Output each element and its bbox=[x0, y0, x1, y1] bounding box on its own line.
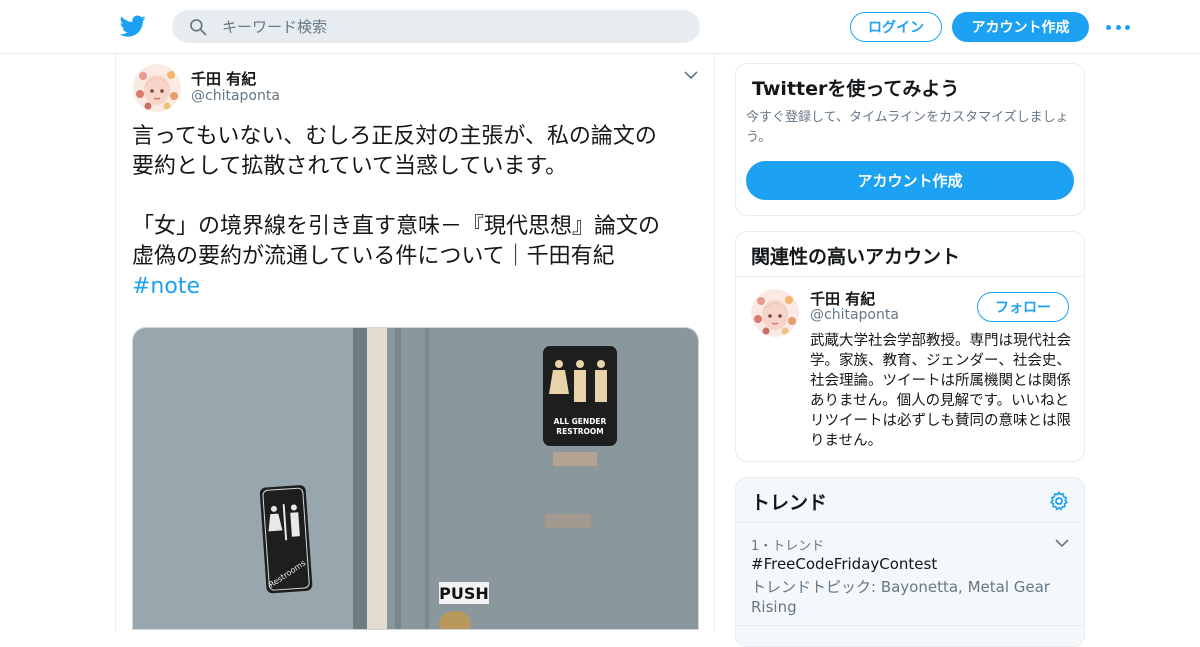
divider bbox=[736, 625, 1084, 626]
card-header: 関連性の高いアカウント bbox=[736, 232, 1084, 277]
card-title: Twitterを使ってみよう bbox=[752, 78, 960, 100]
tweet-text: 言ってもいない、むしろ正反対の主張が、私の論文の 要約として拡散されていて当惑し… bbox=[132, 122, 707, 302]
card-subtitle: 今すぐ登録して、タイムラインをカスタマイズしましょう。 bbox=[746, 110, 1069, 145]
more-options-icon[interactable] bbox=[1106, 18, 1130, 36]
avatar[interactable] bbox=[133, 64, 181, 112]
follow-button[interactable]: フォロー bbox=[977, 292, 1069, 322]
avatar[interactable] bbox=[751, 289, 799, 337]
tweet-line: 「女」の境界線を引き直す意味－『現代思想』論文の bbox=[132, 214, 661, 239]
author-handle[interactable]: @chitaponta bbox=[191, 88, 280, 104]
signup-prompt-card: Twitterを使ってみよう 今すぐ登録して、タイムラインをカスタマイズしましょ… bbox=[735, 63, 1085, 216]
trends-card: トレンド 1・トレンド #FreeCodeFridayContest トレンドト… bbox=[735, 477, 1085, 647]
related-account-handle[interactable]: @chitaponta bbox=[810, 307, 899, 323]
gear-icon[interactable] bbox=[1048, 490, 1070, 512]
chevron-down-icon[interactable] bbox=[684, 70, 698, 80]
card-header: トレンド bbox=[736, 478, 1084, 523]
hashtag-link[interactable]: #note bbox=[132, 272, 707, 302]
related-accounts-card: 関連性の高いアカウント 千田 有紀 @chitaponta フォロー 武蔵大学社… bbox=[735, 231, 1085, 462]
tweet-line: 要約として拡散されていて当惑しています。 bbox=[132, 154, 568, 179]
related-account-name[interactable]: 千田 有紀 bbox=[810, 288, 875, 309]
search-input[interactable] bbox=[222, 17, 662, 36]
search-icon bbox=[190, 18, 207, 35]
chevron-down-icon[interactable] bbox=[1055, 538, 1069, 548]
card-title: トレンド bbox=[751, 492, 828, 514]
trend-topic: トレンドトピック: Bayonetta, Metal Gear Rising bbox=[751, 578, 1050, 616]
tweet-line: 言ってもいない、むしろ正反対の主張が、私の論文の bbox=[132, 124, 657, 149]
tweet-media-image[interactable]: Restrooms ALL GENDER RESTROOM PUSH bbox=[132, 327, 699, 630]
card-title: 関連性の高いアカウント bbox=[751, 246, 961, 268]
media-sign-label: ALL GENDER bbox=[554, 417, 607, 426]
top-navigation-bar: ログイン アカウント作成 bbox=[0, 0, 1200, 54]
media-sign-label: RESTROOM bbox=[556, 427, 603, 436]
signup-card-button[interactable]: アカウント作成 bbox=[746, 161, 1074, 200]
login-button[interactable]: ログイン bbox=[850, 12, 942, 42]
search-bar[interactable] bbox=[172, 10, 700, 43]
author-name[interactable]: 千田 有紀 bbox=[191, 68, 256, 89]
twitter-bird-icon[interactable] bbox=[120, 13, 146, 39]
media-door-label: PUSH bbox=[439, 584, 489, 603]
trend-rank: 1・トレンド bbox=[751, 539, 825, 554]
account-bio: 武蔵大学社会学部教授。専門は現代社会学。家族、教育、ジェンダー、社会史、社会理論… bbox=[810, 333, 1071, 449]
signup-button[interactable]: アカウント作成 bbox=[952, 12, 1089, 42]
tweet-line: 虚偽の要約が流通している件について｜千田有紀 bbox=[132, 244, 615, 269]
trend-item-link[interactable]: #FreeCodeFridayContest bbox=[751, 555, 937, 573]
tweet-panel: 千田 有紀 @chitaponta 言ってもいない、むしろ正反対の主張が、私の論… bbox=[115, 54, 715, 630]
